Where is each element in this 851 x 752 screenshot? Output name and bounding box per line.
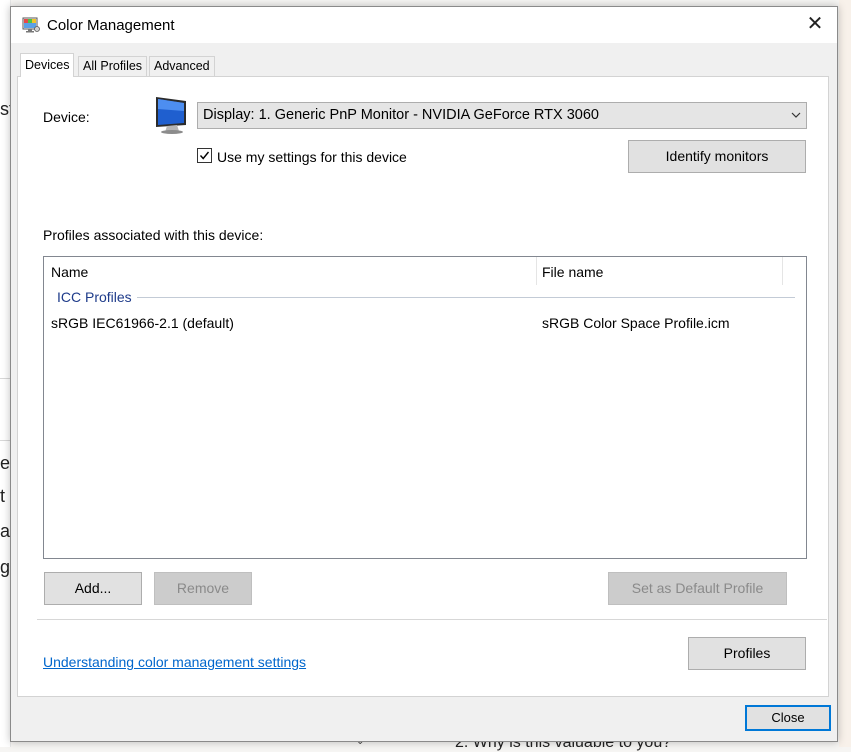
identify-monitors-button[interactable]: Identify monitors — [628, 140, 806, 173]
table-row[interactable]: sRGB IEC61966-2.1 (default) sRGB Color S… — [45, 312, 805, 334]
title-bar[interactable]: Color Management ✕ — [11, 7, 837, 43]
profile-name-cell: sRGB IEC61966-2.1 (default) — [51, 315, 234, 331]
remove-profile-button[interactable]: Remove — [154, 572, 252, 605]
set-default-profile-button[interactable]: Set as Default Profile — [608, 572, 787, 605]
column-header-name[interactable]: Name — [51, 264, 88, 280]
add-profile-button[interactable]: Add... — [44, 572, 142, 605]
monitor-icon — [156, 97, 186, 134]
window-title: Color Management — [47, 17, 175, 34]
close-window-icon[interactable]: ✕ — [805, 14, 825, 34]
color-management-app-icon — [22, 17, 40, 33]
profiles-button[interactable]: Profiles — [688, 637, 806, 670]
tab-advanced[interactable]: Advanced — [149, 56, 215, 76]
column-separator[interactable] — [782, 257, 783, 285]
section-divider — [37, 619, 827, 620]
chevron-down-icon — [791, 112, 801, 118]
understanding-color-management-link[interactable]: Understanding color management settings — [43, 654, 306, 670]
profile-file-cell: sRGB Color Space Profile.icm — [542, 315, 730, 331]
background-text-fragment: t — [0, 486, 6, 506]
background-separator — [0, 378, 10, 379]
checkmark-icon — [199, 151, 210, 160]
color-management-dialog: Color Management ✕ Devices All Profiles … — [10, 6, 838, 742]
use-my-settings-label[interactable]: Use my settings for this device — [217, 149, 407, 165]
close-button[interactable]: Close — [745, 705, 831, 731]
column-separator[interactable] — [536, 257, 537, 285]
tab-all-profiles[interactable]: All Profiles — [78, 56, 148, 76]
tab-devices[interactable]: Devices — [20, 53, 75, 77]
use-my-settings-checkbox[interactable] — [197, 148, 212, 163]
group-header-icc-profiles[interactable]: ICC Profiles — [57, 289, 132, 305]
device-label: Device: — [43, 109, 90, 125]
group-header-line — [137, 297, 795, 298]
background-separator — [0, 440, 10, 441]
profiles-section-label: Profiles associated with this device: — [43, 227, 264, 243]
device-dropdown-value: Display: 1. Generic PnP Monitor - NVIDIA… — [203, 107, 599, 123]
column-header-file-name[interactable]: File name — [542, 264, 603, 280]
device-dropdown[interactable]: Display: 1. Generic PnP Monitor - NVIDIA… — [197, 102, 807, 129]
profiles-list[interactable]: Name File name ICC Profiles sRGB IEC6196… — [43, 256, 807, 559]
background-page-right — [839, 0, 851, 747]
